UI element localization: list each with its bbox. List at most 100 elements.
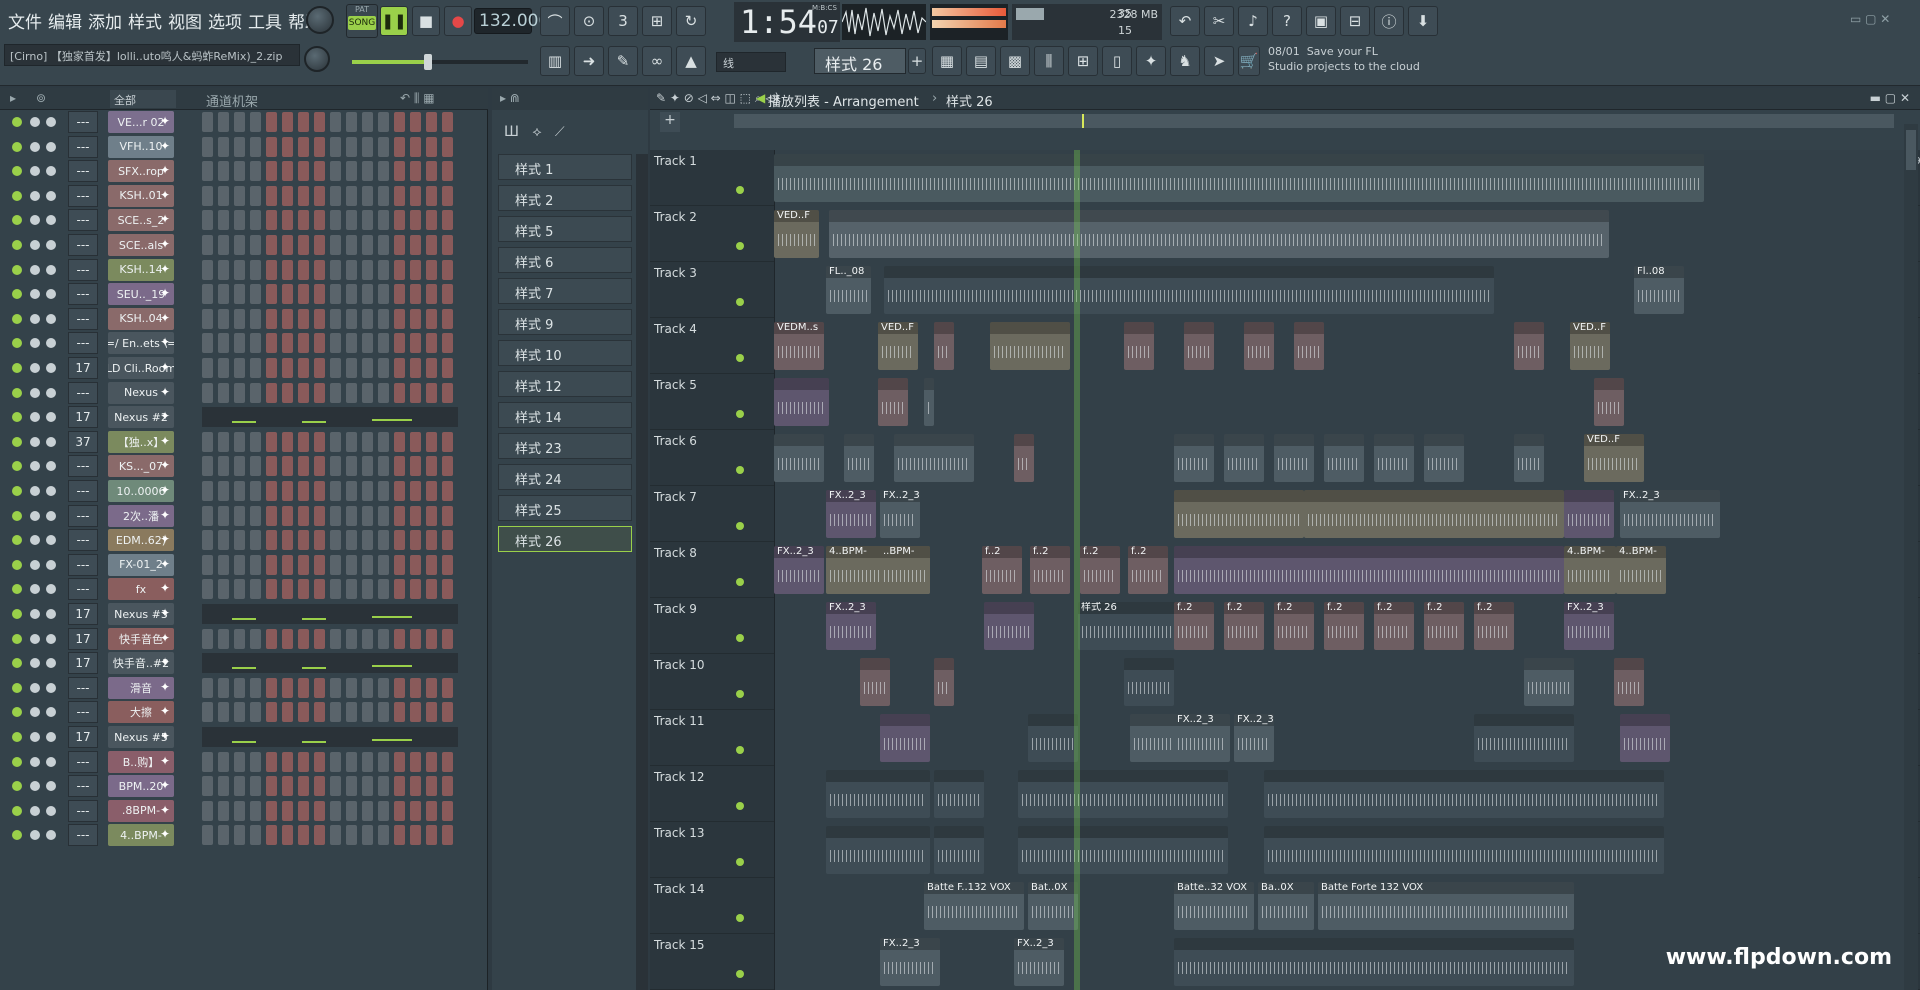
step-button[interactable] — [394, 505, 405, 526]
step-button[interactable] — [426, 308, 437, 329]
step-button[interactable] — [426, 358, 437, 378]
step-button[interactable] — [346, 358, 357, 378]
step-button[interactable] — [266, 554, 277, 575]
step-button[interactable] — [346, 825, 357, 846]
menu-options[interactable]: 选项 — [206, 8, 244, 33]
step-button[interactable] — [250, 579, 261, 600]
step-button[interactable] — [314, 505, 325, 526]
track-mute-led[interactable] — [736, 746, 744, 754]
channel-graph-icon[interactable]: ✦ — [160, 188, 170, 202]
track-label[interactable]: Track 8 — [654, 546, 754, 560]
step-button[interactable] — [410, 481, 421, 501]
help-button[interactable]: ? — [1272, 6, 1302, 36]
step-button[interactable] — [282, 259, 293, 280]
step-button[interactable] — [298, 677, 309, 698]
menu-add[interactable]: 添加 — [86, 8, 124, 33]
step-button[interactable] — [250, 185, 261, 206]
step-button[interactable] — [298, 702, 309, 723]
playlist-clip[interactable] — [829, 210, 1609, 258]
step-button[interactable] — [266, 210, 277, 231]
master-pitch-knob[interactable] — [304, 46, 330, 72]
step-button[interactable] — [330, 431, 341, 452]
pattern-scrollbar[interactable] — [636, 154, 648, 990]
mixer-track-number[interactable]: 17 — [68, 726, 98, 748]
step-sequencer[interactable] — [202, 259, 458, 280]
step-button[interactable] — [298, 235, 309, 255]
step-button[interactable] — [250, 628, 261, 649]
channel-row[interactable]: --- .8BPM- ✦ — [0, 799, 488, 823]
playlist-clip[interactable] — [1514, 322, 1544, 370]
step-button[interactable] — [266, 825, 277, 846]
mixer-track-number[interactable]: --- — [68, 701, 98, 724]
channel-graph-icon[interactable]: ✦ — [160, 114, 170, 128]
step-button[interactable] — [426, 579, 437, 600]
playlist-clip[interactable]: VED..F — [878, 322, 918, 370]
channel-row[interactable]: --- BPM..20 ✦ — [0, 774, 488, 798]
step-button[interactable] — [218, 382, 229, 403]
step-sequencer[interactable] — [202, 825, 458, 846]
mixer-track-number[interactable]: --- — [68, 529, 98, 552]
step-button[interactable] — [266, 161, 277, 182]
step-button[interactable] — [202, 308, 213, 329]
channel-row[interactable]: --- B..购】 ✦ — [0, 750, 488, 774]
channel-graph-icon[interactable]: ✦ — [160, 483, 170, 497]
pattern-item[interactable]: 样式 7 — [498, 278, 632, 304]
step-button[interactable] — [250, 259, 261, 280]
playlist-clip[interactable] — [1324, 434, 1364, 482]
pattern-item[interactable]: 样式 10 — [498, 340, 632, 366]
step-button[interactable] — [234, 235, 245, 255]
rack-arrow-icon[interactable]: ▸ — [10, 91, 16, 105]
info-button[interactable]: ⓘ — [1374, 6, 1404, 36]
step-button[interactable] — [378, 431, 389, 452]
step-button[interactable] — [202, 210, 213, 231]
pan-knob[interactable] — [30, 289, 40, 300]
step-button[interactable] — [362, 825, 373, 846]
playlist-clip[interactable]: FX..2_3 — [1620, 490, 1720, 538]
step-button[interactable] — [234, 308, 245, 329]
step-button[interactable] — [394, 579, 405, 600]
step-button[interactable] — [234, 751, 245, 772]
mute-led[interactable] — [12, 830, 22, 841]
mute-led[interactable] — [12, 559, 22, 570]
step-button[interactable] — [202, 112, 213, 132]
track-mute-led[interactable] — [736, 466, 744, 474]
playlist-clip[interactable]: f..2 — [1374, 602, 1414, 650]
step-button[interactable] — [298, 112, 309, 132]
mute-led[interactable] — [12, 584, 22, 595]
playlist-clip[interactable]: ..BPM- — [880, 546, 930, 594]
step-button[interactable] — [234, 431, 245, 452]
step-button[interactable] — [442, 628, 453, 649]
volume-knob[interactable] — [46, 830, 56, 841]
step-button[interactable] — [218, 751, 229, 772]
track-row[interactable]: Track 10 — [650, 654, 1920, 710]
mixer-track-number[interactable]: --- — [68, 258, 98, 281]
step-button[interactable] — [330, 530, 341, 551]
playlist-clip[interactable] — [1594, 378, 1624, 426]
step-button[interactable] — [394, 136, 405, 157]
pan-knob[interactable] — [30, 338, 40, 349]
playlist-clip[interactable] — [1294, 322, 1324, 370]
mixer-track-number[interactable]: 17 — [68, 603, 98, 625]
step-button[interactable] — [426, 112, 437, 132]
step-button[interactable] — [346, 776, 357, 797]
mixer-track-number[interactable]: --- — [68, 455, 98, 478]
channel-graph-icon[interactable]: ✦ — [160, 458, 170, 472]
mixer-track-number[interactable]: --- — [68, 307, 98, 330]
channel-graph-icon[interactable]: ✦ — [160, 827, 170, 841]
playlist-clip[interactable] — [1130, 714, 1180, 762]
step-button[interactable] — [234, 628, 245, 649]
step-button[interactable] — [378, 505, 389, 526]
timeline-ruler[interactable]: 1917253341495765738189971051131211291371… — [774, 110, 1920, 167]
playlist-clip[interactable] — [774, 434, 824, 482]
playlist-clip[interactable] — [1124, 658, 1174, 706]
pan-knob[interactable] — [30, 805, 40, 816]
record-button[interactable]: ● — [444, 6, 472, 36]
rack-tools-icon[interactable]: ↶ ⫼ ▦ — [400, 91, 435, 106]
step-button[interactable] — [330, 333, 341, 354]
step-button[interactable] — [218, 456, 229, 477]
mixer-track-number[interactable]: --- — [68, 283, 98, 306]
step-button[interactable] — [442, 677, 453, 698]
mute-led[interactable] — [12, 510, 22, 521]
step-button[interactable] — [314, 481, 325, 501]
step-button[interactable] — [346, 112, 357, 132]
